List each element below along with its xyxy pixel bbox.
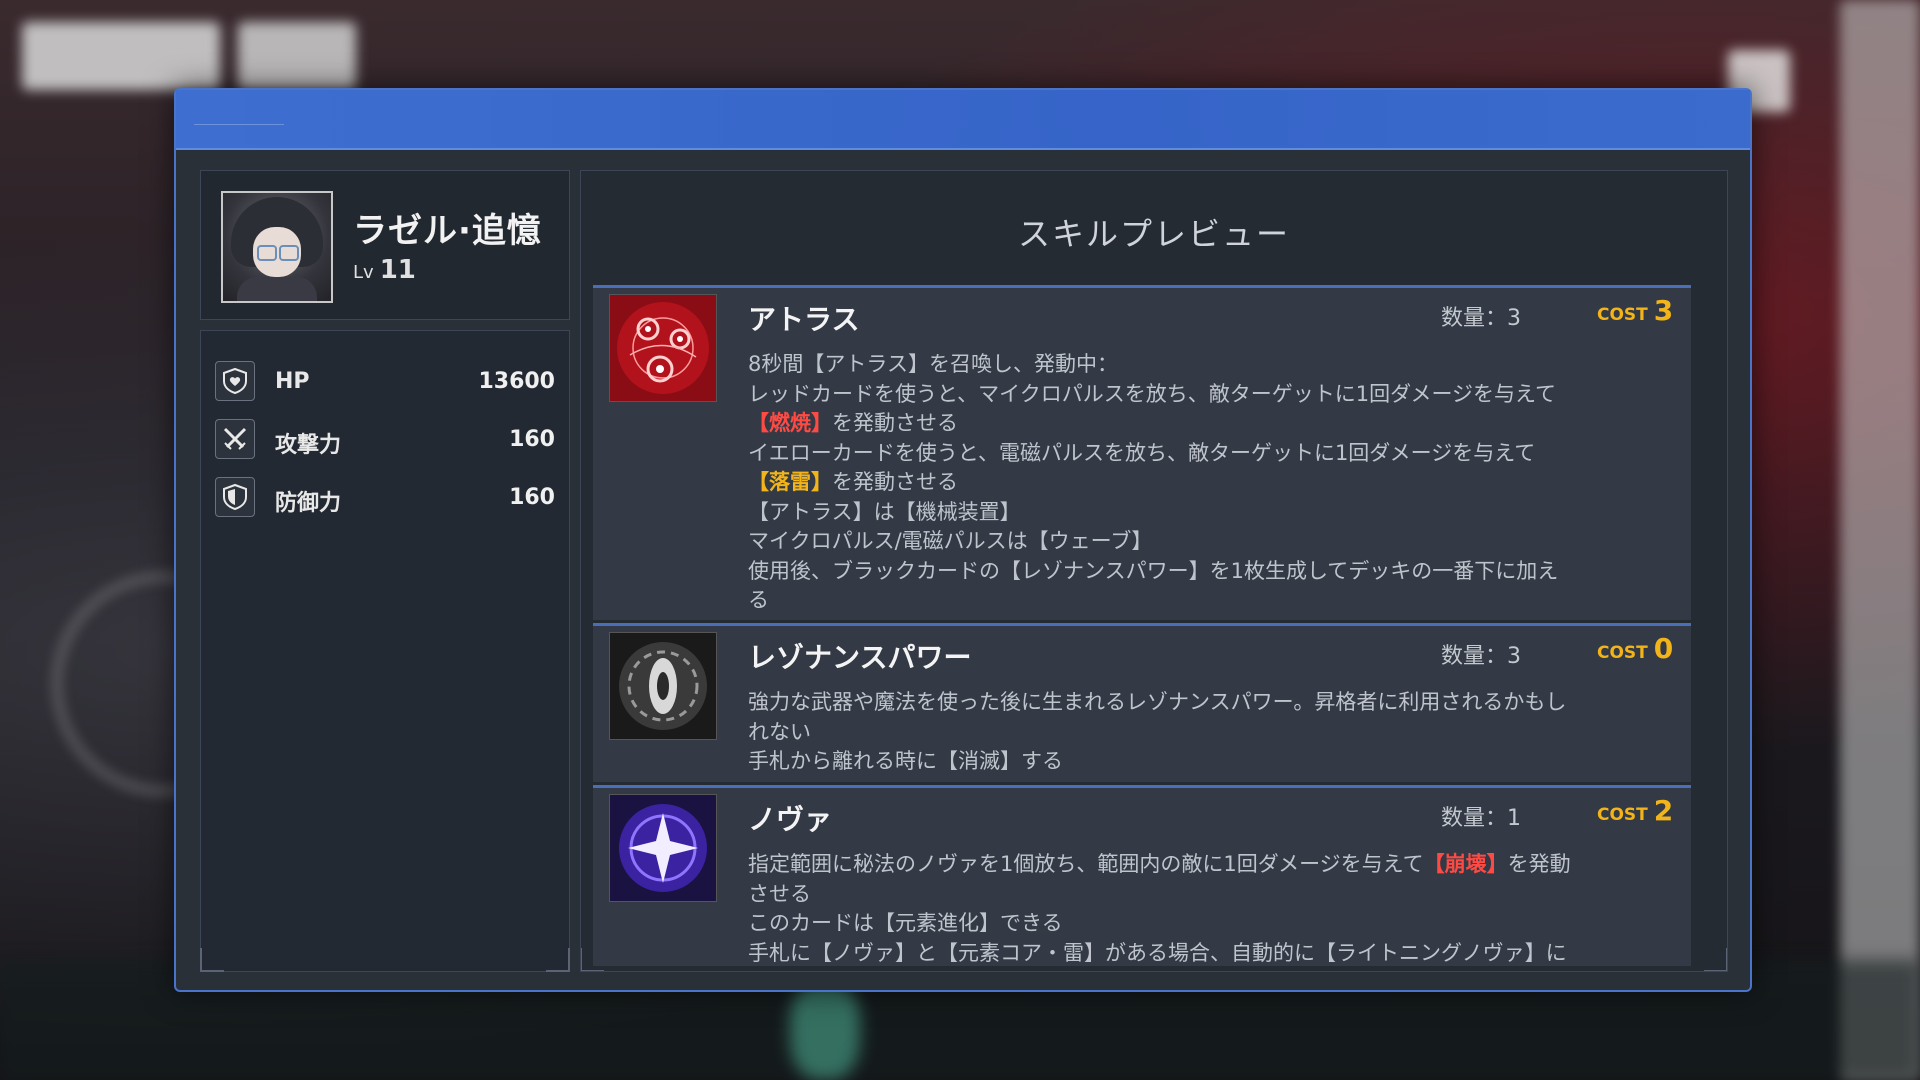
stat-label: 防御力 xyxy=(275,491,342,516)
stat-value: 160 xyxy=(509,427,555,452)
cost-value: 3 xyxy=(1653,294,1674,327)
corner-decoration xyxy=(546,948,570,972)
level-label: Lv xyxy=(353,262,374,283)
cost-value: 2 xyxy=(1653,794,1674,827)
cost-label: COST xyxy=(1597,643,1648,663)
skill-preview-panel: スキルプレビュー アトラス 数量：3 COST 3 8秒間【アトラス】を召喚し、発… xyxy=(580,170,1728,972)
dialog-header-bar xyxy=(176,90,1750,150)
stat-label: HP xyxy=(275,369,310,394)
background-button-blur xyxy=(238,22,356,90)
stat-label: 攻撃力 xyxy=(275,433,342,458)
background-sidebar-blur xyxy=(1840,0,1920,1080)
desc-line: 使用後、ブラックカードの【レゾナンスパワー】を1枚生成してデッキの一番下に加え xyxy=(748,558,1559,583)
cost-value: 0 xyxy=(1653,632,1674,665)
resonance-eye-icon xyxy=(609,632,717,740)
cost-label: COST xyxy=(1597,305,1648,325)
desc-line: マイクロパルス/電磁パルスは【ウェーブ】 xyxy=(748,529,1153,553)
skill-quantity: 数量：1 xyxy=(1441,806,1521,831)
desc-text: を発動 xyxy=(1507,852,1571,876)
skill-preview-dialog: ラゼル·追憶 Lv 11 HP 13600 攻撃力 160 防御力 160 スキ… xyxy=(174,88,1752,992)
stat-value: 160 xyxy=(509,485,555,510)
corner-decoration xyxy=(581,948,604,971)
desc-text: を発動させる xyxy=(832,470,958,494)
skill-name: レゾナンスパワー xyxy=(748,641,972,674)
crossed-swords-icon xyxy=(215,419,255,459)
character-avatar xyxy=(221,191,333,303)
heart-shield-icon xyxy=(215,361,255,401)
desc-line: このカードは【元素進化】できる xyxy=(748,911,1063,935)
corner-decoration xyxy=(200,948,224,972)
keyword-burn: 【燃焼】 xyxy=(748,411,832,435)
skill-cost: COST 2 xyxy=(1597,794,1673,827)
skill-name: ノヴァ xyxy=(748,803,833,836)
desc-line: させる xyxy=(748,881,811,906)
desc-line: 指定範囲に秘法のノヴァを1個放ち、範囲内の敵に1回ダメージを与えて【崩壊】を発動 xyxy=(748,850,1688,880)
skill-quantity: 数量：3 xyxy=(1441,306,1521,331)
character-level: Lv 11 xyxy=(353,255,416,285)
desc-line: 【落雷】を発動させる xyxy=(748,468,1688,498)
panel-title: スキルプレビュー xyxy=(1017,215,1290,253)
corner-decoration xyxy=(1704,948,1727,971)
skill-description: 指定範囲に秘法のノヴァを1個放ち、範囲内の敵に1回ダメージを与えて【崩壊】を発動… xyxy=(748,850,1688,966)
level-value: 11 xyxy=(379,255,416,285)
background-button-blur xyxy=(22,22,220,90)
stat-value: 13600 xyxy=(478,369,555,394)
desc-line: 8秒間【アトラス】を召喚し、発動中： xyxy=(748,352,1118,376)
desc-line: る xyxy=(748,588,769,612)
desc-line: 【燃焼】を発動させる xyxy=(748,409,1688,439)
skill-quantity: 数量：3 xyxy=(1441,644,1521,669)
desc-line: 強力な武器や魔法を使った後に生まれるレゾナンスパワー。昇格者に利用されるかもし xyxy=(748,690,1567,714)
skill-card-atlas[interactable]: アトラス 数量：3 COST 3 8秒間【アトラス】を召喚し、発動中： レッドカード… xyxy=(593,285,1691,620)
desc-text: を発動させる xyxy=(832,411,958,435)
desc-line: れない xyxy=(748,719,811,744)
keyword-thunder: 【落雷】 xyxy=(748,470,832,494)
stat-row-hp: HP 13600 xyxy=(215,361,555,401)
stats-panel: HP 13600 攻撃力 160 防御力 160 xyxy=(200,330,570,972)
desc-text: 指定範囲に秘法のノヴァを1個放ち、範囲内の敵に1回ダメージを与えて xyxy=(748,852,1424,876)
character-card: ラゼル·追憶 Lv 11 xyxy=(200,170,570,320)
skill-card-resonance-power[interactable]: レゾナンスパワー 数量：3 COST 0 強力な武器や魔法を使った後に生まれるレゾ… xyxy=(593,623,1691,782)
background-leaf-blur xyxy=(790,980,860,1080)
desc-line: イエローカードを使うと、電磁パルスを放ち、敵ターゲットに1回ダメージを与えて xyxy=(748,440,1536,465)
skill-name: アトラス xyxy=(748,303,860,336)
atlas-orbs-icon xyxy=(609,294,717,402)
skill-cost: COST 0 xyxy=(1597,632,1673,665)
header-decoration xyxy=(194,112,284,125)
desc-line: 手札に【ノヴァ】と【元素コア・雷】がある場合、自動的に【ライトニングノヴァ】に xyxy=(748,940,1567,965)
character-name: ラゼル·追憶 xyxy=(353,211,542,251)
stat-row-defense: 防御力 160 xyxy=(215,477,555,517)
stat-row-attack: 攻撃力 160 xyxy=(215,419,555,459)
desc-line: 【アトラス】は【機械装置】 xyxy=(748,499,1021,524)
skill-card-nova[interactable]: ノヴァ 数量：1 COST 2 指定範囲に秘法のノヴァを1個放ち、範囲内の敵に1回… xyxy=(593,785,1691,966)
desc-line: レッドカードを使うと、マイクロパルスを放ち、敵ターゲットに1回ダメージを与えて xyxy=(748,381,1556,406)
nova-star-icon xyxy=(609,794,717,902)
shield-icon xyxy=(215,477,255,517)
desc-line: 手札から離れる時に【消滅】する xyxy=(748,749,1063,773)
keyword-collapse: 【崩壊】 xyxy=(1423,852,1508,876)
skill-description: 8秒間【アトラス】を召喚し、発動中： レッドカードを使うと、マイクロパルスを放ち、… xyxy=(748,350,1688,616)
cost-label: COST xyxy=(1597,805,1648,825)
skill-cost: COST 3 xyxy=(1597,294,1673,327)
skill-description: 強力な武器や魔法を使った後に生まれるレゾナンスパワー。昇格者に利用されるかもしれ… xyxy=(748,688,1688,777)
